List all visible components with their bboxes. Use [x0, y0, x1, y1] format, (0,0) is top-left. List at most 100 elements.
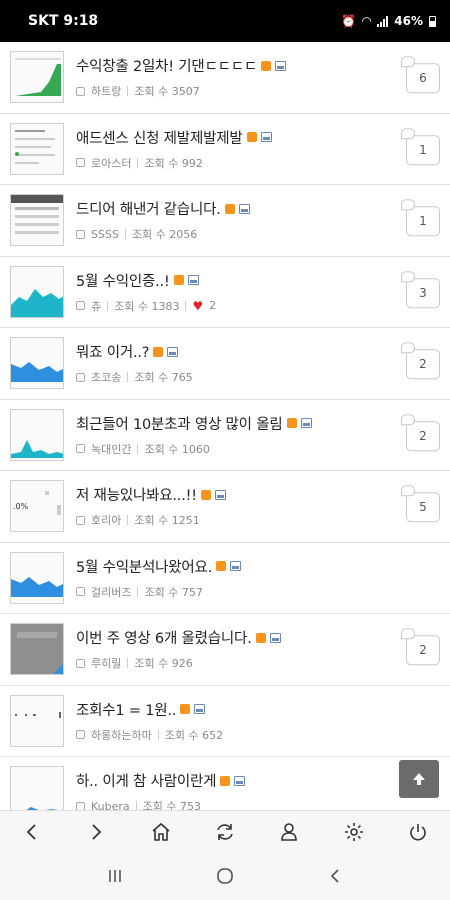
post-item[interactable]: 수익창출 2일차! 기댄ㄷㄷㄷㄷ 하트랑 조회 수 3507 6 [0, 42, 450, 114]
settings-button[interactable] [336, 814, 372, 850]
meta-separator [107, 300, 109, 311]
back-icon [26, 823, 36, 840]
comment-count[interactable]: 5 [401, 485, 440, 523]
power-icon [410, 823, 426, 840]
post-author[interactable]: Kubera [91, 800, 130, 810]
post-title[interactable]: 드디어 해낸거 같습니다. [76, 198, 221, 219]
post-thumbnail[interactable] [10, 194, 64, 247]
post-title[interactable]: 하.. 이게 참 사람이란게 [76, 770, 217, 791]
post-meta: 초코송 조회 수 765 [76, 369, 390, 385]
post-thumbnail[interactable] [10, 551, 64, 604]
post-author[interactable]: SSSS [91, 228, 119, 241]
post-author[interactable]: 초코송 [91, 369, 121, 385]
post-author[interactable]: 로아스터 [91, 155, 131, 171]
comment-count[interactable]: 2 [401, 628, 440, 666]
meta-separator [127, 515, 129, 526]
post-title[interactable]: 저 재능있나봐요...!! [76, 484, 197, 505]
post-title[interactable]: 조회수1 = 1원.. [76, 699, 176, 720]
image-attached-icon [234, 775, 246, 786]
system-back-button[interactable] [315, 856, 355, 896]
scroll-top-button[interactable] [399, 760, 439, 798]
post-meta: SSSS 조회 수 2056 [76, 226, 390, 242]
member-level-icon [76, 587, 85, 597]
post-thumbnail[interactable] [10, 623, 64, 676]
post-item[interactable]: 조회수1 = 1원.. 하롱하는하마 조회 수 652 [0, 686, 450, 757]
post-list[interactable]: 수익창출 2일차! 기댄ㄷㄷㄷㄷ 하트랑 조회 수 3507 6 애드센스 신청 제발제… [0, 42, 450, 810]
post-item[interactable]: 5월 수익분석나왔어요. 걸리버즈 조회 수 757 [0, 543, 450, 614]
post-thumbnail[interactable] [10, 51, 64, 104]
post-title-row: 하.. 이게 참 사람이란게 [76, 770, 390, 791]
home-icon [152, 822, 170, 841]
meta-separator [137, 586, 139, 597]
post-meta: 걸리버즈 조회 수 757 [76, 584, 390, 600]
status-icons: ⏰ ◠ 46% [341, 14, 436, 28]
image-attached-icon [167, 346, 179, 357]
post-thumbnail[interactable] [10, 265, 64, 318]
post-item[interactable]: 5월 수익인증..! 츄 조회 수 1383 ♥ 2 3 [0, 257, 450, 328]
meta-separator [185, 300, 187, 311]
forward-button[interactable] [78, 814, 114, 850]
post-title-row: 저 재능있나봐요...!! [76, 484, 390, 505]
recent-apps-button[interactable] [95, 856, 135, 896]
profile-button[interactable] [271, 814, 307, 850]
post-title[interactable]: 수익창출 2일차! 기댄ㄷㄷㄷㄷ [76, 55, 257, 76]
system-home-button[interactable] [205, 856, 245, 896]
post-title-row: 5월 수익인증..! [76, 270, 390, 291]
comment-count[interactable]: 3 [401, 270, 440, 308]
refresh-button[interactable] [207, 814, 243, 850]
back-button[interactable] [14, 814, 50, 850]
signal-icon [377, 15, 389, 27]
post-views: 조회 수 652 [164, 728, 224, 742]
post-item[interactable]: 드디어 해낸거 같습니다. SSSS 조회 수 2056 1 [0, 185, 450, 257]
meta-separator [137, 157, 139, 168]
post-title[interactable]: 5월 수익인증..! [76, 270, 170, 291]
meta-separator [127, 372, 129, 383]
post-meta: 하트랑 조회 수 3507 [76, 83, 390, 99]
post-author[interactable]: 호리아 [91, 512, 121, 528]
post-thumbnail[interactable] [10, 337, 64, 390]
post-thumbnail[interactable] [10, 694, 64, 747]
post-item[interactable]: 하.. 이게 참 사람이란게 Kubera 조회 수 753 [0, 757, 450, 810]
comment-count[interactable]: 6 [401, 56, 440, 94]
post-author[interactable]: 하롱하는하마 [91, 727, 152, 743]
member-level-icon [76, 801, 85, 810]
meta-separator [157, 729, 159, 740]
comment-count[interactable]: 1 [401, 199, 440, 237]
power-button[interactable] [400, 814, 436, 850]
comment-count[interactable]: 1 [401, 127, 440, 165]
post-title[interactable]: 뭐죠 이거..? [76, 341, 149, 362]
post-title-row: 이번 주 영상 6개 올렸습니다. [76, 627, 390, 648]
comment-count[interactable]: 2 [401, 342, 440, 380]
refresh-icon [217, 823, 233, 840]
home-button[interactable] [143, 814, 179, 850]
post-body: 드디어 해낸거 같습니다. SSSS 조회 수 2056 [76, 198, 450, 242]
post-item[interactable]: 뭐죠 이거..? 초코송 조회 수 765 2 [0, 328, 450, 400]
post-thumbnail[interactable] [10, 122, 64, 175]
post-item[interactable]: 애드센스 신청 제발제발제발로아스터 조회 수 992 1 [0, 114, 450, 185]
post-author[interactable]: 츄 [91, 298, 101, 314]
post-item[interactable]: .0% 저 재능있나봐요...!! 호리아 조회 수 1251 5 [0, 471, 450, 543]
post-item[interactable]: 최근들어 10분초과 영상 많이 올림 녹대인간 조회 수 1060 2 [0, 400, 450, 471]
home-circle-icon [217, 868, 233, 884]
post-author[interactable]: 걸리버즈 [91, 584, 131, 600]
post-title[interactable]: 애드센스 신청 제발제발제발 [76, 127, 243, 148]
post-thumbnail[interactable]: .0% [10, 480, 64, 533]
post-item[interactable]: 이번 주 영상 6개 올렸습니다. 루히릴 조회 수 926 2 [0, 614, 450, 686]
wifi-icon: ◠ [362, 14, 372, 28]
post-title[interactable]: 최근들어 10분초과 영상 많이 올림 [76, 413, 283, 434]
post-title-row: 5월 수익분석나왔어요. [76, 556, 390, 577]
post-title-row: 뭐죠 이거..? [76, 341, 390, 362]
post-thumbnail[interactable] [10, 408, 64, 461]
post-title[interactable]: 이번 주 영상 6개 올렸습니다. [76, 627, 252, 648]
post-meta: 로아스터 조회 수 992 [76, 155, 390, 171]
post-author[interactable]: 루히릴 [91, 655, 121, 671]
carrier-time: SKT 9:18 [28, 13, 99, 29]
post-meta: 츄 조회 수 1383 ♥ 2 [76, 298, 390, 314]
comment-count[interactable]: 2 [401, 413, 440, 451]
post-thumbnail[interactable] [10, 766, 64, 810]
post-title[interactable]: 5월 수익분석나왔어요. [76, 556, 212, 577]
post-author[interactable]: 하트랑 [91, 83, 121, 99]
profile-icon [281, 822, 298, 841]
post-author[interactable]: 녹대인간 [91, 441, 131, 457]
post-views: 조회 수 3507 [134, 85, 200, 99]
